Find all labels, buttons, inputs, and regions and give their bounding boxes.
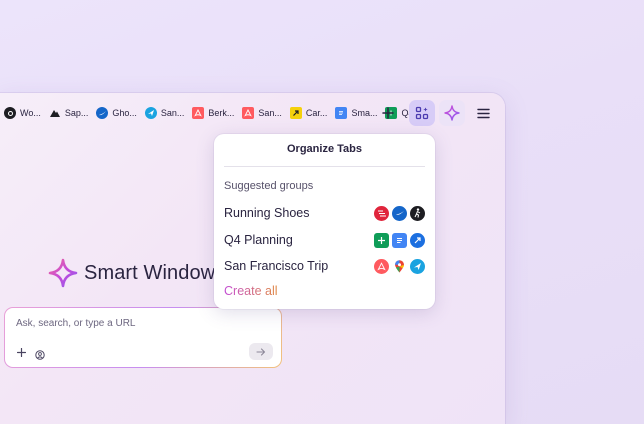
group-label: San Francisco Trip [224, 259, 329, 273]
tab-sap[interactable]: Sap... [45, 103, 93, 123]
tab-label: Wo... [20, 108, 41, 118]
plane-logo-icon [144, 107, 157, 119]
brand-title: Smart Window [84, 261, 216, 284]
group-q4-planning[interactable]: Q4 Planning [224, 231, 425, 249]
group-label: Running Shoes [224, 206, 310, 220]
add-context-button[interactable] [16, 347, 27, 359]
ai-assistant-button[interactable] [439, 100, 465, 126]
airbnb-icon [374, 258, 389, 274]
tab-label: Gho... [112, 108, 137, 118]
tab-car[interactable]: Car... [286, 103, 332, 123]
new-balance-icon [374, 205, 389, 221]
arrow-right-icon [256, 347, 266, 356]
popup-title: Organize Tabs [287, 143, 362, 155]
jira-icon [410, 232, 425, 248]
account-icon [35, 350, 45, 360]
maps-pin-icon [392, 258, 407, 274]
suggested-groups-heading: Suggested groups [224, 180, 314, 192]
smart-url-bar [4, 307, 282, 368]
sparkle-icon [444, 105, 460, 121]
group-running-shoes[interactable]: Running Shoes [224, 204, 425, 222]
divider [224, 166, 425, 167]
create-all-button[interactable]: Create all [224, 284, 278, 298]
smart-window-brand: Smart Window [48, 258, 215, 288]
tab-san-1[interactable]: San... [141, 103, 189, 123]
black-circle-logo-icon [4, 107, 16, 119]
organize-tabs-popup: Organize Tabs Suggested groups Running S… [214, 134, 435, 309]
runner-icon [410, 205, 425, 221]
tab-wo[interactable]: Wo... [0, 103, 45, 123]
nike-icon [392, 205, 407, 221]
tab-label: San... [258, 108, 282, 118]
plus-icon [382, 107, 394, 119]
sheets-icon [374, 232, 389, 248]
flights-icon [410, 258, 425, 274]
tab-san-2[interactable]: San... [238, 103, 286, 123]
organize-tabs-button[interactable] [409, 100, 435, 126]
new-tab-button[interactable] [375, 100, 401, 126]
tab-sma[interactable]: Sma... [331, 103, 381, 123]
group-icons [374, 258, 425, 274]
tab-gho[interactable]: Gho... [92, 103, 141, 123]
group-san-francisco-trip[interactable]: San Francisco Trip [224, 257, 425, 275]
tab-berk[interactable]: Berk... [188, 103, 238, 123]
docs-icon [392, 232, 407, 248]
hamburger-menu-icon [476, 108, 490, 118]
sparkle-logo-icon [48, 258, 78, 288]
arrow-logo-icon [289, 107, 302, 119]
docs-logo-icon [335, 107, 348, 119]
group-icons [374, 232, 425, 248]
account-button[interactable] [35, 347, 45, 365]
tab-label: Car... [305, 108, 328, 118]
group-label: Q4 Planning [224, 233, 293, 247]
swoosh-logo-icon [96, 107, 109, 119]
tab-label: San... [160, 108, 185, 118]
tab-label: Sma... [351, 108, 378, 118]
mountain-logo-icon [49, 107, 61, 119]
group-icons [374, 205, 425, 221]
tab-label: Sap... [64, 108, 89, 118]
search-input[interactable] [16, 318, 256, 329]
tab-label: Berk... [208, 108, 235, 118]
app-menu-button[interactable] [470, 100, 496, 126]
organize-tabs-icon [415, 106, 429, 120]
airbnb-logo-icon [242, 107, 255, 119]
go-button[interactable] [249, 343, 273, 360]
airbnb-logo-icon [192, 107, 205, 119]
plus-icon [16, 347, 27, 358]
